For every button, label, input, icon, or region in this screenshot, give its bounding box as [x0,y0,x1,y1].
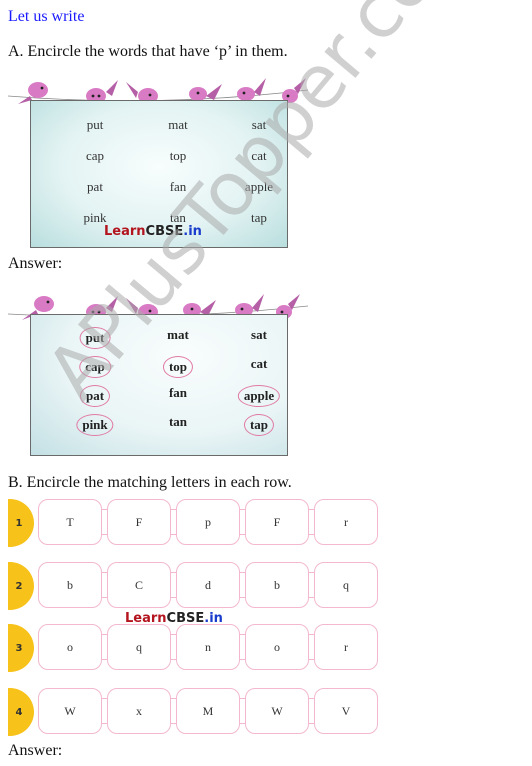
logo-learn: Learn [104,224,146,239]
word: sat [251,117,267,132]
answer-b-label: Answer: [8,742,63,759]
word: cap [85,148,105,163]
word: apple [244,179,274,194]
question-a-prompt: A. Encircle the words that have ‘p’ in t… [8,43,288,60]
letter-cell[interactable]: n [176,624,240,670]
word: cat [251,148,267,163]
letter-cell[interactable]: F [107,499,171,545]
bird-icon [237,78,266,101]
word: fan [169,179,187,194]
letter-row: 1TFpFr [8,499,388,547]
logo-cbse: CBSE [166,611,205,626]
circled-word: pat [79,385,111,407]
logo-in: .in [183,224,202,239]
circled-word: apple [237,385,281,407]
letter-cell[interactable]: q [107,624,171,670]
letter-cell[interactable]: x [107,688,171,734]
word-sheet-answer: put mat sat cap top cat pat fan apple pink tan tap [8,292,308,462]
learncbse-logo: LearnCBSE.in [104,224,202,239]
word-grid-answer: put mat sat cap top cat pat fan apple pink tan tap [31,315,287,455]
circled-word: tap [243,414,275,436]
learncbse-logo: LearnCBSE.in [125,611,223,626]
word: mat [167,327,189,342]
letter-cell[interactable]: q [314,562,378,608]
letter-cell[interactable]: o [245,624,309,670]
letter-row: 3oqnor [8,624,388,672]
letter-row: 2bCdbq [8,562,388,610]
row-number-badge: 1 [8,499,34,547]
letter-cell[interactable]: r [314,624,378,670]
word: tap [251,210,267,225]
word: mat [168,117,188,132]
letter-cell[interactable]: T [38,499,102,545]
word: top [169,148,187,163]
letter-cell[interactable]: b [245,562,309,608]
word: cat [250,356,268,371]
hanging-sheet: put mat sat cap top cat pat fan apple pink tan tap … [30,100,288,248]
letter-cell[interactable]: W [38,688,102,734]
row-number-badge: 4 [8,688,34,736]
letter-cell[interactable]: p [176,499,240,545]
logo-learn: Learn [125,611,167,626]
letter-cell[interactable]: W [245,688,309,734]
letter-cell[interactable]: V [314,688,378,734]
circled-word: put [79,327,111,349]
circled-word: top [162,356,194,378]
word: fan [168,385,188,400]
word: put [86,117,104,132]
letter-row: 4WxMWV [8,688,388,736]
logo-cbse: CBSE [145,224,184,239]
word: sat [251,327,267,342]
letter-cell[interactable]: M [176,688,240,734]
letter-cell[interactable]: b [38,562,102,608]
letter-cell[interactable]: F [245,499,309,545]
row-number-badge: 3 [8,624,34,672]
word: pat [87,179,103,194]
answer-a-label: Answer: [8,255,63,272]
letter-cell[interactable]: C [107,562,171,608]
letter-cell[interactable]: r [314,499,378,545]
word-sheet-question: put mat sat cap top cat pat fan apple pink tan tap … [8,78,308,250]
hanging-sheet: put mat sat cap top cat pat fan apple pink tan tap [30,314,288,456]
circled-word: pink [76,414,114,436]
section-title: Let us write [8,8,85,25]
letter-cell[interactable]: d [176,562,240,608]
logo-in: .in [204,611,223,626]
question-b-prompt: B. Encircle the matching letters in each… [8,474,292,491]
circled-word: cap [79,356,111,378]
row-number-badge: 2 [8,562,34,610]
letter-cell[interactable]: o [38,624,102,670]
word: tan [168,414,188,429]
